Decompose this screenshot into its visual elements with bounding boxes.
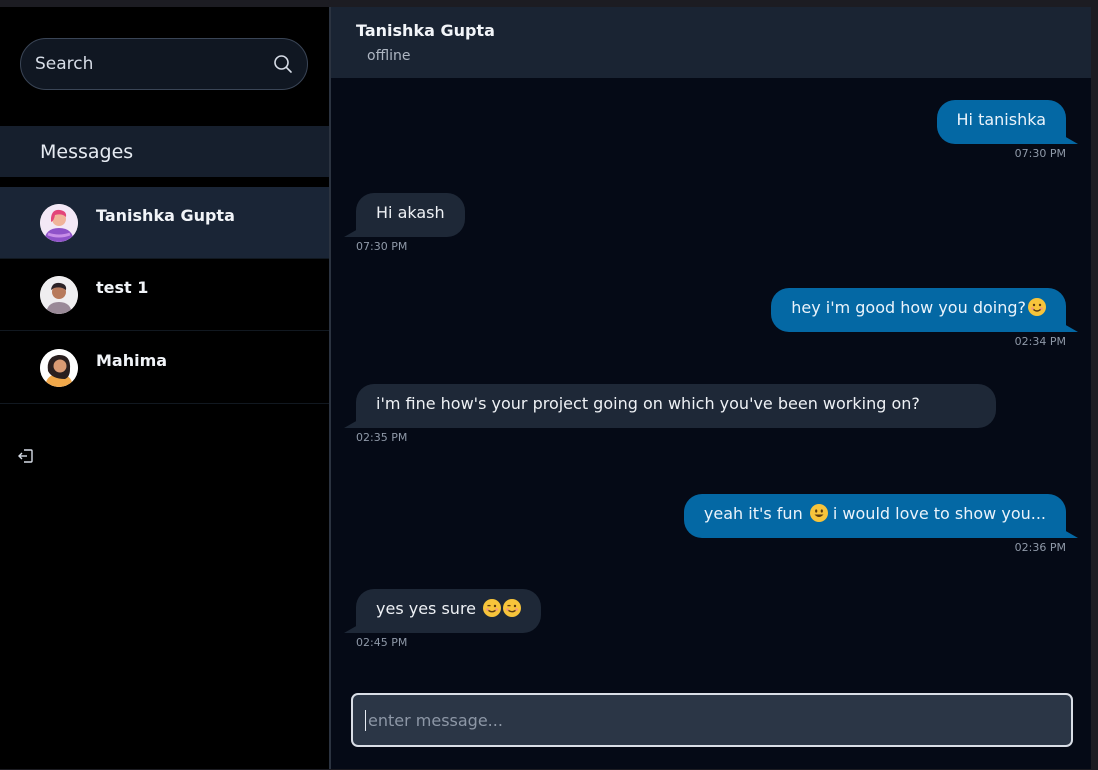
messages-heading: Messages xyxy=(0,126,329,177)
message-composer xyxy=(351,693,1073,747)
chat-status: offline xyxy=(367,48,411,64)
sidebar: Search Messages Tanishka Gupta test 1 Ma… xyxy=(0,7,331,769)
chat-contact-name: Tanishka Gupta xyxy=(356,21,495,40)
avatar xyxy=(40,204,78,242)
search-input[interactable]: Search xyxy=(20,38,308,90)
search-placeholder: Search xyxy=(35,54,94,74)
contact-name: Mahima xyxy=(96,351,168,370)
message-incoming: i'm fine how's your project going on whi… xyxy=(344,384,996,444)
winking-face-emoji-icon xyxy=(483,599,502,617)
message-text: i'm fine how's your project going on whi… xyxy=(376,394,920,413)
message-time: 07:30 PM xyxy=(356,240,408,253)
message-text: i would love to show you... xyxy=(832,504,1046,523)
message-bubble: i'm fine how's your project going on whi… xyxy=(344,384,996,428)
message-bubble: yes yes sure xyxy=(343,589,542,633)
message-outgoing: Hi tanishka 07:30 PM xyxy=(936,100,1078,160)
message-text: yeah it's fun xyxy=(703,504,803,523)
message-input[interactable] xyxy=(365,709,1059,731)
message-bubble: hey i'm good how you doing? xyxy=(771,288,1078,332)
contact-name: Tanishka Gupta xyxy=(96,206,235,225)
chat-panel: Tanishka Gupta offline Hi tanishka 07:30… xyxy=(331,7,1091,769)
contact-name: test 1 xyxy=(96,278,149,297)
message-bubble: Hi akash xyxy=(344,193,465,237)
message-incoming: yes yes sure 02:45 PM xyxy=(343,589,542,649)
chat-header: Tanishka Gupta offline xyxy=(331,7,1091,78)
message-text: hey i'm good how you doing? xyxy=(791,298,1026,317)
message-bubble: yeah it's fun i would love to show you..… xyxy=(683,494,1079,538)
contact-test-1[interactable]: test 1 xyxy=(0,259,329,331)
message-incoming: Hi akash 07:30 PM xyxy=(344,193,465,253)
message-time: 02:35 PM xyxy=(356,431,408,444)
message-text: Hi tanishka xyxy=(956,110,1047,129)
avatar xyxy=(40,349,78,387)
message-outgoing: yeah it's fun i would love to show you..… xyxy=(683,494,1079,554)
avatar xyxy=(40,276,78,314)
smiling-face-emoji-icon xyxy=(1028,298,1046,316)
message-time: 02:34 PM xyxy=(1014,335,1066,348)
message-bubble: Hi tanishka xyxy=(936,100,1078,144)
chat-app: Search Messages Tanishka Gupta test 1 Ma… xyxy=(0,7,1091,769)
message-time: 07:30 PM xyxy=(1014,147,1066,160)
winking-face-emoji-icon xyxy=(503,599,522,617)
search-icon[interactable] xyxy=(273,54,293,74)
message-time: 02:36 PM xyxy=(1014,541,1066,554)
grinning-face-emoji-icon xyxy=(809,504,828,522)
contact-tanishka-gupta[interactable]: Tanishka Gupta xyxy=(0,187,329,259)
message-time: 02:45 PM xyxy=(356,636,408,649)
message-outgoing: hey i'm good how you doing? 02:34 PM xyxy=(771,288,1078,348)
contact-mahima[interactable]: Mahima xyxy=(0,332,329,404)
logout-icon[interactable] xyxy=(17,447,35,465)
message-text: Hi akash xyxy=(376,203,445,222)
message-text: yes yes sure xyxy=(376,599,477,618)
